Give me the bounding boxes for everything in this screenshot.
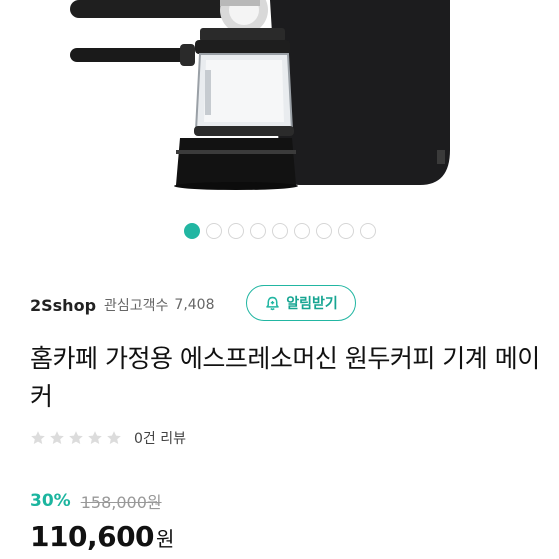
seller-name[interactable]: 2Sshop (30, 296, 96, 315)
rating-row[interactable]: 0건 리뷰 (30, 428, 186, 448)
star-icon (50, 431, 64, 444)
final-price-unit: 원 (156, 527, 175, 551)
original-price: 158,000원 (80, 493, 162, 512)
carousel-dot[interactable] (337, 223, 354, 239)
carousel-dot[interactable] (249, 223, 266, 239)
star-icon (69, 431, 83, 444)
product-image[interactable] (0, 0, 559, 215)
alert-button-label: 알림받기 (286, 296, 338, 312)
final-price-row: 110,600 원 (30, 520, 174, 553)
star-rating (30, 430, 122, 446)
carousel-dot[interactable] (227, 223, 244, 239)
star-icon (31, 431, 45, 444)
carousel-dot[interactable] (205, 223, 222, 239)
favorite-label: 관심고객수 (104, 298, 169, 314)
carousel-dot[interactable] (315, 223, 332, 239)
alert-subscribe-button[interactable]: 알림받기 (246, 285, 356, 321)
star-icon (107, 431, 121, 444)
product-title: 홈카페 가정용 에스프레소머신 원두커피 기계 메이커 (30, 344, 540, 411)
bell-plus-icon (266, 296, 280, 310)
final-price: 110,600 (30, 520, 155, 553)
carousel-dot[interactable] (183, 223, 200, 239)
carousel-pagination (0, 223, 559, 241)
carousel-dot[interactable] (271, 223, 288, 239)
price-discount-row: 30% 158,000원 (30, 489, 162, 513)
discount-rate: 30% (30, 491, 71, 511)
carousel-dot[interactable] (359, 223, 376, 239)
seller-info: 2Sshop 관심고객수 7,408 (30, 290, 215, 320)
espresso-machine-illustration (70, 0, 450, 190)
star-icon (88, 431, 102, 444)
carousel-dot[interactable] (293, 223, 310, 239)
favorite-count: 7,408 (174, 297, 215, 313)
review-count: 0건 리뷰 (134, 431, 186, 447)
